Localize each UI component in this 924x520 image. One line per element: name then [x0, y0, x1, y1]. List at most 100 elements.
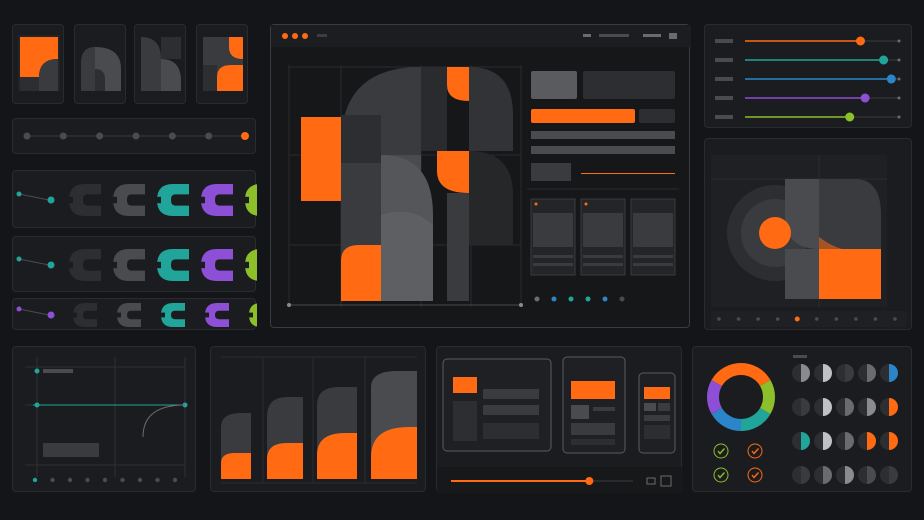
swatch[interactable] — [814, 466, 832, 484]
check-icon[interactable] — [713, 467, 729, 483]
color-wheel-segment[interactable] — [760, 380, 775, 414]
c-shape-icon[interactable] — [111, 184, 145, 216]
slider-knob[interactable] — [860, 93, 870, 103]
timeline-dot[interactable] — [168, 132, 176, 140]
main-window[interactable] — [270, 24, 691, 328]
tile-grey-quarters[interactable] — [134, 24, 186, 104]
c-shape-icon[interactable] — [203, 303, 229, 327]
c-shape-icon[interactable] — [155, 184, 189, 216]
check-icon[interactable] — [747, 467, 763, 483]
swatch[interactable] — [792, 364, 810, 382]
pager-dot[interactable] — [551, 296, 557, 302]
swatch[interactable] — [814, 364, 832, 382]
carousel-dot[interactable] — [736, 317, 741, 321]
swatch[interactable] — [792, 398, 810, 416]
carousel-dot[interactable] — [717, 317, 721, 321]
c-shape-icon[interactable] — [111, 249, 145, 281]
slider-knob[interactable] — [879, 55, 889, 65]
slider-knob[interactable] — [886, 74, 896, 84]
color-wheel-segment[interactable] — [741, 363, 771, 386]
grid-step-dot[interactable] — [172, 477, 178, 483]
c-shape-icon[interactable] — [67, 184, 101, 216]
pager-dot[interactable] — [619, 296, 625, 302]
c-shape-icon[interactable] — [159, 303, 185, 327]
swatch[interactable] — [858, 432, 876, 450]
swatch[interactable] — [880, 364, 898, 382]
color-wheel-segment[interactable] — [711, 408, 741, 431]
c-shape-row-2[interactable] — [12, 236, 257, 292]
tile-orange-corner[interactable] — [12, 24, 64, 104]
c-shape-icon[interactable] — [243, 184, 257, 216]
timeline-dot[interactable] — [205, 132, 213, 140]
sliders-panel[interactable] — [704, 24, 912, 128]
carousel-dot[interactable] — [873, 317, 878, 321]
c-shape-icon[interactable] — [247, 303, 257, 327]
color-palette-panel[interactable] — [692, 346, 912, 492]
color-wheel-segment[interactable] — [707, 380, 722, 414]
grid-layout-panel[interactable] — [12, 346, 196, 492]
swatch[interactable] — [858, 364, 876, 382]
c-shape-icon[interactable] — [115, 303, 141, 327]
c-shape-icon[interactable] — [67, 249, 101, 281]
slider-knob[interactable] — [845, 112, 855, 122]
c-shape-icon[interactable] — [199, 249, 233, 281]
grid-step-dot[interactable] — [102, 477, 108, 483]
check-icon[interactable] — [713, 443, 729, 459]
timeline-dot[interactable] — [241, 132, 249, 140]
grid-step-dot[interactable] — [50, 477, 55, 483]
carousel-dot[interactable] — [893, 317, 897, 321]
timeline-dot[interactable] — [59, 132, 67, 140]
grid-step-dot[interactable] — [137, 477, 143, 483]
grid-step-dot[interactable] — [85, 477, 90, 483]
grid-step-dot[interactable] — [67, 477, 73, 483]
timeline-dot[interactable] — [96, 132, 104, 140]
pager-dot[interactable] — [585, 296, 591, 302]
c-shape-row-1[interactable] — [12, 170, 257, 228]
c-shape-row-3[interactable] — [12, 298, 257, 330]
swatch[interactable] — [814, 432, 832, 450]
grid-step-dot[interactable] — [155, 477, 160, 483]
devices-panel[interactable] — [436, 346, 683, 493]
swatch[interactable] — [880, 466, 898, 484]
swatch[interactable] — [858, 398, 876, 416]
swatch[interactable] — [858, 466, 876, 484]
c-shape-icon[interactable] — [199, 184, 233, 216]
grid-layout-svg — [25, 357, 188, 483]
slider-knob[interactable] — [856, 36, 865, 46]
grid-step-dot[interactable] — [120, 477, 125, 483]
swatch[interactable] — [836, 432, 854, 450]
connector-dot — [47, 196, 55, 204]
pager-dot[interactable] — [568, 296, 574, 302]
carousel-dot[interactable] — [814, 317, 819, 321]
pager-dot[interactable] — [602, 296, 608, 302]
tile-grey-arches[interactable] — [74, 24, 126, 104]
charts-panel[interactable] — [210, 346, 426, 492]
swatch[interactable] — [814, 398, 832, 416]
color-wheel-segment[interactable] — [711, 363, 741, 386]
timeline-track[interactable] — [12, 118, 256, 154]
image-carousel[interactable] — [704, 138, 912, 330]
carousel-dot[interactable] — [794, 316, 800, 322]
tile-orange-quarter[interactable] — [196, 24, 248, 104]
swatch[interactable] — [880, 432, 898, 450]
carousel-dot[interactable] — [854, 317, 858, 321]
color-wheel-segment[interactable] — [741, 408, 771, 431]
grid-step-dot[interactable] — [32, 477, 38, 483]
carousel-dot[interactable] — [834, 317, 839, 321]
check-icon[interactable] — [747, 443, 763, 459]
carousel-dot[interactable] — [756, 317, 760, 321]
c-shape-icon[interactable] — [243, 249, 257, 281]
timeline-dot[interactable] — [132, 132, 140, 140]
swatch[interactable] — [792, 466, 810, 484]
swatch[interactable] — [792, 432, 810, 450]
swatch[interactable] — [836, 398, 854, 416]
swatch[interactable] — [880, 398, 898, 416]
tile-orange-corner-icon — [18, 35, 60, 91]
swatch[interactable] — [836, 466, 854, 484]
carousel-dot[interactable] — [775, 317, 780, 321]
pager-dot[interactable] — [534, 296, 540, 302]
c-shape-icon[interactable] — [155, 249, 189, 281]
timeline-dot[interactable] — [23, 132, 31, 140]
swatch[interactable] — [836, 364, 854, 382]
c-shape-icon[interactable] — [71, 303, 97, 327]
